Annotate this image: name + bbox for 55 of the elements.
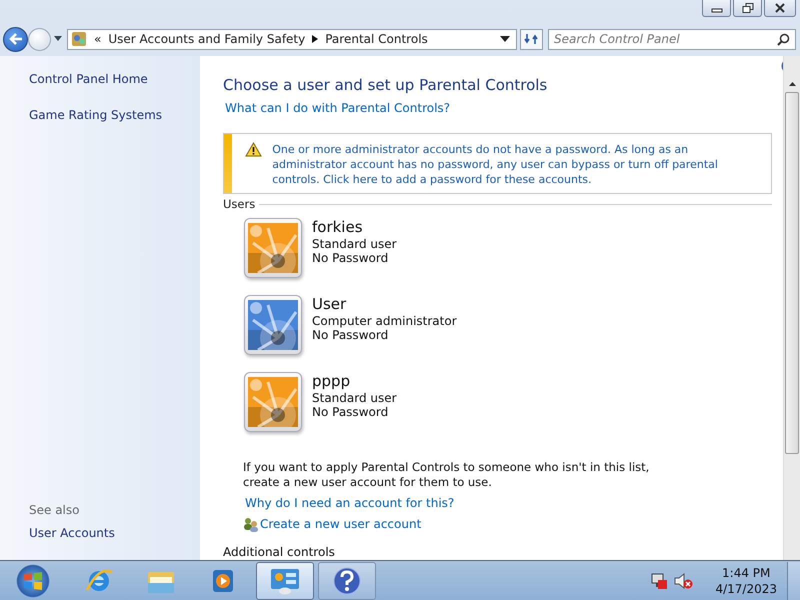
scrollbar[interactable] xyxy=(783,56,800,560)
close-button[interactable] xyxy=(764,0,796,17)
see-also-heading: See also xyxy=(29,503,80,517)
sidebar-link[interactable]: Control Panel Home xyxy=(29,72,200,86)
minimize-button[interactable] xyxy=(702,0,731,17)
taskbar-button[interactable] xyxy=(318,562,376,600)
dropdown-arrow-icon[interactable] xyxy=(54,36,62,42)
breadcrumb[interactable]: Parental Controls xyxy=(325,32,428,46)
avatar-frame[interactable] xyxy=(244,218,302,278)
restore-icon xyxy=(742,3,754,13)
control-panel-icon xyxy=(71,31,87,47)
show-desktop-button[interactable] xyxy=(787,562,800,600)
breadcrumb-overflow[interactable]: « xyxy=(94,32,102,46)
taskbar-button[interactable] xyxy=(256,562,314,600)
address-bar[interactable]: « User Accounts and Family Safety Parental Controls xyxy=(67,28,517,50)
close-icon xyxy=(774,3,786,13)
warning-icon xyxy=(245,142,262,157)
help-icon xyxy=(332,566,362,596)
search-field[interactable]: Search Control Panel xyxy=(548,28,796,50)
volume-muted-icon[interactable] xyxy=(673,572,694,590)
avatar-frame[interactable] xyxy=(244,372,302,432)
user-name[interactable]: User xyxy=(312,295,457,313)
user-type: Standard user xyxy=(312,391,397,405)
why-link[interactable]: Why do I need an account for this? xyxy=(245,496,454,510)
password-status: No Password xyxy=(312,251,390,265)
dropdown-arrow-icon[interactable] xyxy=(500,36,510,42)
warning-text[interactable]: One or more administrator accounts do not have a password. As long as an administrator account has no password, any user can bypass or turn off parental controls. Click here to add a password for these accounts. xyxy=(272,134,771,193)
clock-time[interactable]: 1:44 PM xyxy=(722,564,770,580)
section-heading: Additional controls xyxy=(223,545,335,559)
breadcrumb[interactable]: User Accounts and Family Safety xyxy=(108,32,306,46)
clock-date[interactable]: 4/17/2023 xyxy=(715,580,777,596)
refresh-arrows-icon xyxy=(524,32,540,46)
create-account-link[interactable]: Create a new user account xyxy=(260,517,422,531)
restore-button[interactable] xyxy=(733,0,762,17)
avatar-frame[interactable] xyxy=(244,295,302,355)
user-name[interactable]: forkies xyxy=(312,218,397,236)
scroll-up-arrow-icon[interactable] xyxy=(788,82,796,86)
back-arrow-icon xyxy=(8,32,24,46)
back-button[interactable] xyxy=(3,26,28,52)
user-type: Computer administrator xyxy=(312,314,457,328)
network-icon[interactable] xyxy=(649,572,670,590)
search-icon[interactable] xyxy=(777,32,790,46)
section-heading: Users xyxy=(223,197,256,211)
sidebar-link[interactable]: User Accounts xyxy=(29,526,200,540)
users-icon xyxy=(243,516,259,532)
breadcrumb-arrow-icon[interactable] xyxy=(312,35,318,43)
password-status: No Password xyxy=(312,328,390,342)
sidebar-link[interactable]: Game Rating Systems xyxy=(29,108,200,122)
user-type: Standard user xyxy=(312,237,397,251)
page-title: Choose a user and set up Parental Controls xyxy=(223,76,548,94)
password-status: No Password xyxy=(312,405,390,419)
user-name[interactable]: pppp xyxy=(312,372,397,390)
info-text: If you want to apply Parental Controls to someone who isn't in this list, create a new user account for them to use. xyxy=(243,460,650,490)
help-link[interactable]: What can I do with Parental Controls? xyxy=(225,101,450,115)
refresh-button[interactable] xyxy=(520,28,543,50)
